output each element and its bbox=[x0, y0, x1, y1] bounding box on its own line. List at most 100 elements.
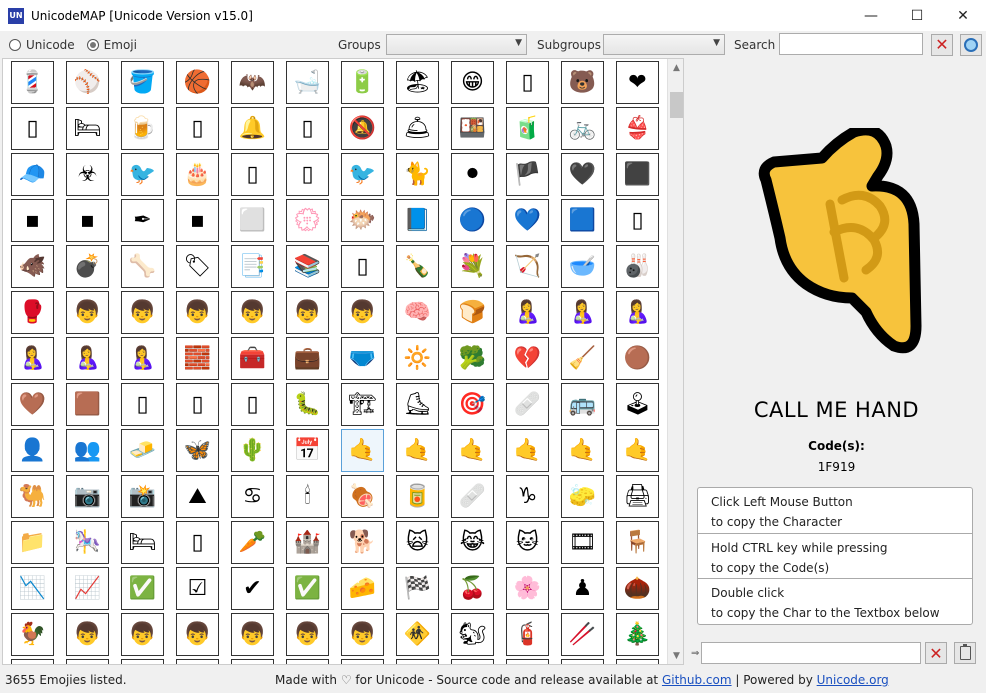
emoji-cell[interactable]: 📑 bbox=[231, 245, 274, 288]
emoji-cell[interactable]: ▯ bbox=[176, 107, 219, 150]
emoji-cell[interactable]: 🎄 bbox=[616, 613, 659, 656]
emoji-cell[interactable]: 📈 bbox=[66, 567, 109, 610]
emoji-cell[interactable]: 👦 bbox=[286, 613, 329, 656]
web-search-button[interactable] bbox=[960, 34, 982, 56]
scroll-thumb[interactable] bbox=[670, 92, 683, 118]
emoji-cell[interactable]: 🐱 bbox=[506, 521, 549, 564]
emoji-cell[interactable]: 🩹 bbox=[451, 475, 494, 518]
emoji-cell[interactable]: 🐡 bbox=[341, 199, 384, 242]
emoji-cell[interactable]: 🍺 bbox=[121, 107, 164, 150]
emoji-cell[interactable]: 🌵 bbox=[231, 429, 274, 472]
emoji-cell[interactable]: 🛏 bbox=[66, 107, 109, 150]
emoji-cell[interactable]: ☑ bbox=[176, 567, 219, 610]
emoji-cell[interactable]: 🤱 bbox=[121, 337, 164, 380]
emoji-cell[interactable]: 🔕 bbox=[341, 107, 384, 150]
emoji-cell[interactable]: 🟫 bbox=[66, 383, 109, 426]
subgroups-select[interactable]: ▼ bbox=[603, 34, 725, 55]
emoji-cell[interactable]: 🔋 bbox=[341, 61, 384, 104]
emoji-cell[interactable]: 🍖 bbox=[341, 475, 384, 518]
emoji-cell[interactable]: 🛁 bbox=[286, 61, 329, 104]
emoji-cell[interactable]: 🐕 bbox=[341, 521, 384, 564]
emoji-cell[interactable]: 🤙 bbox=[341, 429, 384, 472]
emoji-cell[interactable]: 🤱 bbox=[616, 291, 659, 334]
emoji-cell[interactable]: ▯ bbox=[176, 383, 219, 426]
emoji-cell[interactable]: ⚫ bbox=[451, 153, 494, 196]
scroll-down-icon[interactable]: ▼ bbox=[668, 647, 683, 664]
emoji-cell[interactable]: 🎂 bbox=[176, 153, 219, 196]
emoji-cell[interactable]: 📁 bbox=[11, 521, 54, 564]
emoji-cell[interactable]: 🪑 bbox=[616, 521, 659, 564]
emoji-cell[interactable]: 🛎 bbox=[396, 107, 439, 150]
emoji-cell[interactable]: ▯ bbox=[231, 153, 274, 196]
emoji-cell[interactable]: 🐫 bbox=[11, 475, 54, 518]
emoji-cell[interactable]: 🤎 bbox=[11, 383, 54, 426]
emoji-cell[interactable]: 🤙 bbox=[396, 429, 439, 472]
emoji-cell[interactable]: 🤙 bbox=[451, 429, 494, 472]
emoji-cell[interactable]: 🏷 bbox=[176, 245, 219, 288]
emoji-cell[interactable]: 🤙 bbox=[561, 429, 604, 472]
emoji-cell[interactable]: 🥢 bbox=[561, 613, 604, 656]
emoji-cell[interactable]: ❤ bbox=[616, 61, 659, 104]
emoji-cell[interactable]: 🙀 bbox=[396, 521, 439, 564]
emoji-cell[interactable]: 👦 bbox=[286, 291, 329, 334]
emoji-cell[interactable]: 👦 bbox=[231, 613, 274, 656]
emoji-cell[interactable]: 🐛 bbox=[286, 383, 329, 426]
emoji-cell[interactable]: ⬜ bbox=[231, 199, 274, 242]
emoji-cell[interactable]: 🧠 bbox=[396, 291, 439, 334]
emoji-cell[interactable]: 🧃 bbox=[506, 107, 549, 150]
emoji-cell[interactable]: 👙 bbox=[616, 107, 659, 150]
emoji-cell[interactable]: 👦 bbox=[341, 613, 384, 656]
emoji-cell[interactable]: ▪ bbox=[66, 199, 109, 242]
emoji-cell[interactable]: ♟ bbox=[561, 567, 604, 610]
emoji-cell[interactable]: 💣 bbox=[66, 245, 109, 288]
emoji-cell[interactable]: ▯ bbox=[341, 245, 384, 288]
emoji-cell[interactable]: 🧈 bbox=[121, 429, 164, 472]
emoji-cell[interactable]: 🤙 bbox=[506, 429, 549, 472]
emoji-cell[interactable]: 🏴 bbox=[506, 153, 549, 196]
emoji-cell[interactable]: 🛏 bbox=[121, 521, 164, 564]
emoji-cell[interactable]: 📘 bbox=[396, 199, 439, 242]
emoji-cell[interactable]: 👦 bbox=[121, 613, 164, 656]
emoji-cell[interactable]: 🕯 bbox=[286, 475, 329, 518]
emoji-cell[interactable]: 🏗 bbox=[341, 383, 384, 426]
emoji-cell[interactable]: 🎞 bbox=[561, 521, 604, 564]
emoji-cell[interactable]: 🧰 bbox=[231, 337, 274, 380]
emoji-cell[interactable]: ▯ bbox=[286, 107, 329, 150]
emoji-cell[interactable]: 😁 bbox=[451, 61, 494, 104]
emoji-cell[interactable]: 🥊 bbox=[11, 291, 54, 334]
emoji-cell[interactable]: 💈 bbox=[11, 61, 54, 104]
emoji-cell[interactable]: 🧹 bbox=[561, 337, 604, 380]
maximize-button[interactable]: ☐ bbox=[894, 0, 940, 31]
groups-select[interactable]: ▼ bbox=[386, 34, 527, 55]
emoji-cell[interactable]: 🧱 bbox=[176, 337, 219, 380]
emoji-cell[interactable]: 🚌 bbox=[561, 383, 604, 426]
emoji-cell[interactable]: 🥦 bbox=[451, 337, 494, 380]
emoji-cell[interactable]: ✅ bbox=[121, 567, 164, 610]
clear-search-button[interactable]: ✕ bbox=[931, 34, 953, 56]
unicode-org-link[interactable]: Unicode.org bbox=[817, 673, 889, 687]
emoji-cell[interactable]: 🏹 bbox=[506, 245, 549, 288]
emoji-cell[interactable]: ▯ bbox=[121, 383, 164, 426]
emoji-cell[interactable]: ▪ bbox=[11, 199, 54, 242]
minimize-button[interactable]: — bbox=[848, 0, 894, 31]
copy-textbox[interactable] bbox=[701, 642, 921, 664]
emoji-cell[interactable]: 👦 bbox=[176, 613, 219, 656]
emoji-cell[interactable]: 🤙 bbox=[616, 429, 659, 472]
emoji-cell[interactable]: 📉 bbox=[11, 567, 54, 610]
emoji-cell[interactable]: ▯ bbox=[616, 199, 659, 242]
emoji-cell[interactable]: 📸 bbox=[121, 475, 164, 518]
emoji-cell[interactable]: 🐈 bbox=[396, 153, 439, 196]
emoji-cell[interactable]: ▯ bbox=[286, 153, 329, 196]
emoji-cell[interactable]: 🤱 bbox=[66, 337, 109, 380]
emoji-radio[interactable]: Emoji bbox=[86, 38, 137, 52]
emoji-cell[interactable]: 🐦 bbox=[341, 153, 384, 196]
emoji-cell[interactable]: ☣ bbox=[66, 153, 109, 196]
emoji-cell[interactable]: 🏰 bbox=[286, 521, 329, 564]
emoji-cell[interactable]: 🖨 bbox=[616, 475, 659, 518]
emoji-cell[interactable]: ⛰ bbox=[176, 475, 219, 518]
emoji-cell[interactable]: 👥 bbox=[66, 429, 109, 472]
emoji-cell[interactable]: 👦 bbox=[176, 291, 219, 334]
emoji-cell[interactable]: 🤱 bbox=[11, 337, 54, 380]
vertical-scrollbar[interactable]: ▲ ▼ bbox=[667, 59, 683, 664]
emoji-cell[interactable]: 🤱 bbox=[506, 291, 549, 334]
